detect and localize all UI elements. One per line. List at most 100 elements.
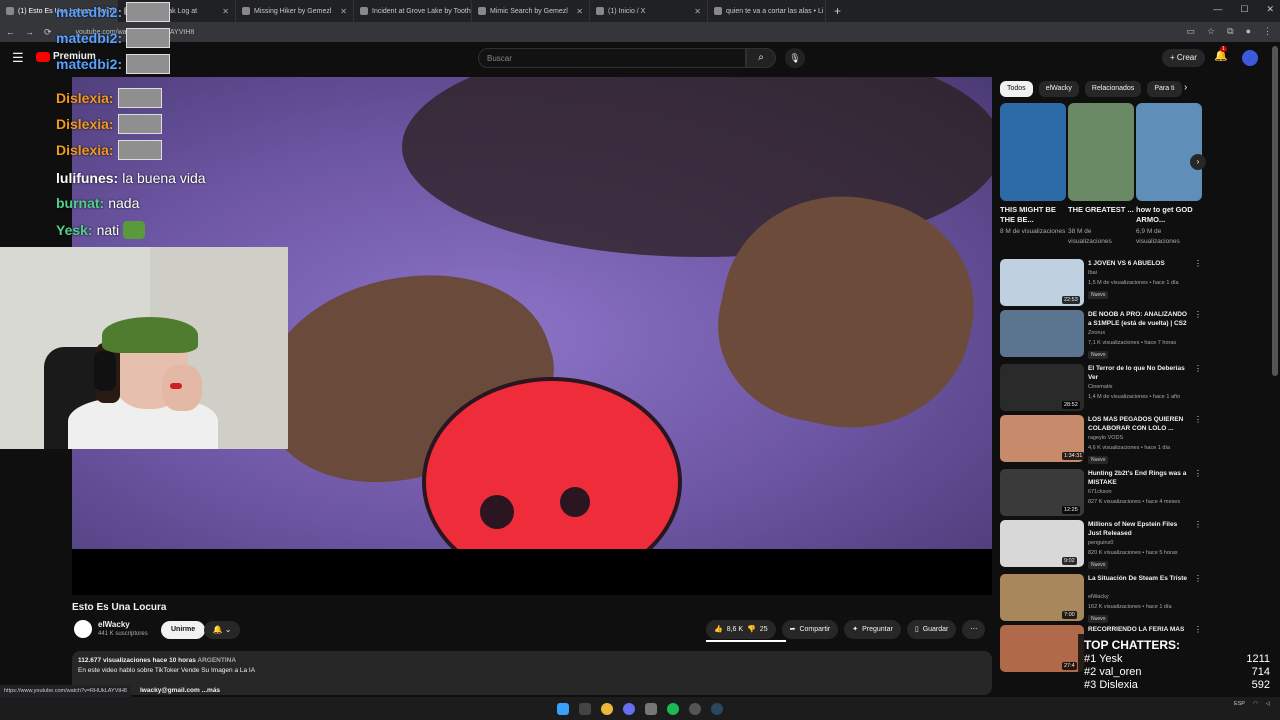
chrome-icon[interactable]: [601, 702, 613, 715]
recommended-video[interactable]: 9:02 Millions of New Epstein Files Just R…: [1000, 520, 1202, 570]
like-button[interactable]: 👍 8,6 K 👎 25: [706, 620, 776, 639]
channel-name[interactable]: penguinz0: [1088, 540, 1113, 546]
chat-username: Yesk:: [56, 222, 93, 238]
windows-start-icon[interactable]: [557, 702, 569, 715]
more-options-icon[interactable]: ⋮: [1194, 520, 1202, 529]
browser-tab[interactable]: Incident at Grove Lake by Toothl✕: [354, 0, 472, 22]
shorts-next-button[interactable]: ›: [1190, 154, 1206, 170]
spotify-icon[interactable]: [667, 702, 679, 715]
short-card[interactable]: THE GREATEST ... 38 M de visualizaciones: [1068, 103, 1134, 247]
video-title[interactable]: LOS MAS PEGADOS QUIEREN COLABORAR CON LO…: [1088, 415, 1192, 433]
chat-username: matedbi2:: [56, 56, 123, 72]
channel-name[interactable]: elWacky: [98, 620, 130, 629]
channel-name[interactable]: elWacky: [1088, 594, 1109, 600]
more-options-icon[interactable]: ⋮: [1194, 469, 1202, 478]
show-more-link[interactable]: lwacky@gmail.com ...más: [140, 687, 220, 694]
hamburger-menu-icon[interactable]: ☰: [12, 50, 24, 66]
shorts-shelf: THIS MIGHT BE THE BE... 8 M de visualizac…: [1000, 103, 1202, 247]
recommended-video[interactable]: 12:25 Hunting 2b2t's End Rings was a MIST…: [1000, 469, 1202, 519]
recommended-video[interactable]: DE NOOB A PRO: ANALIZANDO a S1MPLE (está…: [1000, 310, 1202, 360]
volume-icon[interactable]: ◁: [1266, 701, 1270, 707]
short-title[interactable]: THIS MIGHT BE THE BE...: [1000, 205, 1066, 227]
new-tab-button[interactable]: +: [826, 4, 849, 18]
tab-close-icon[interactable]: ✕: [576, 7, 583, 16]
more-options-icon[interactable]: ⋮: [1194, 310, 1202, 319]
channel-avatar[interactable]: [74, 620, 92, 638]
chevron-right-icon[interactable]: ›: [1184, 82, 1187, 93]
ask-button[interactable]: ✦ Preguntar: [844, 620, 901, 639]
extension-icon[interactable]: ⧉: [1227, 26, 1233, 37]
back-icon[interactable]: ←: [6, 27, 15, 37]
profile-icon[interactable]: ●: [1246, 26, 1251, 37]
filter-chip[interactable]: Relacionados: [1084, 81, 1142, 97]
short-card[interactable]: how to get GOD ARMO... 6,9 M de visualiza…: [1136, 103, 1202, 247]
language-indicator[interactable]: ESP: [1234, 701, 1245, 707]
notepad-icon[interactable]: [645, 702, 657, 715]
recommended-video[interactable]: 28:52 El Terror de lo que No Deberías Ver…: [1000, 364, 1202, 414]
filter-chip[interactable]: Para ti: [1147, 81, 1182, 97]
search-icon[interactable]: [579, 702, 591, 715]
short-thumbnail[interactable]: [1068, 103, 1134, 201]
short-card[interactable]: THIS MIGHT BE THE BE... 8 M de visualizac…: [1000, 103, 1066, 247]
minimize-icon[interactable]: —: [1213, 4, 1222, 15]
account-avatar[interactable]: [1242, 50, 1258, 66]
channel-name[interactable]: Ibai: [1088, 270, 1097, 276]
recommended-video[interactable]: 7:00 La Situación De Steam Es Triste elWac…: [1000, 574, 1202, 624]
short-title[interactable]: THE GREATEST ...: [1068, 205, 1134, 227]
reload-icon[interactable]: ⟳: [44, 27, 52, 38]
browser-tab[interactable]: (1) Inicio / X ✕: [590, 0, 708, 22]
video-title[interactable]: Hunting 2b2t's End Rings was a MISTAKE: [1088, 469, 1192, 487]
voice-search-button[interactable]: 🎙: [785, 48, 805, 68]
subscription-bell-button[interactable]: 🔔 ⌄: [204, 621, 240, 639]
more-options-icon[interactable]: ⋮: [1194, 625, 1202, 634]
steam-icon[interactable]: [711, 702, 723, 715]
channel-name[interactable]: 671ckson: [1088, 489, 1112, 495]
cast-icon[interactable]: ▭: [1187, 26, 1196, 37]
more-options-icon[interactable]: ⋮: [1194, 574, 1202, 583]
like-count: 8,6 K: [726, 626, 744, 633]
bookmark-icon[interactable]: ☆: [1207, 26, 1215, 37]
forward-icon[interactable]: →: [25, 27, 34, 37]
video-title[interactable]: DE NOOB A PRO: ANALIZANDO a S1MPLE (está…: [1088, 310, 1192, 328]
description-box[interactable]: 112.677 visualizaciones hace 10 horas AR…: [72, 651, 992, 695]
channel-name[interactable]: rageylo VODS: [1088, 435, 1123, 441]
search-button[interactable]: ⌕: [746, 48, 776, 68]
more-options-icon[interactable]: ⋮: [1194, 259, 1202, 268]
channel-name[interactable]: Znorux: [1088, 330, 1105, 336]
menu-icon[interactable]: ⋮: [1263, 26, 1272, 37]
browser-tab[interactable]: quien te va a cortar las alas • Li✕: [708, 0, 826, 22]
recommended-video[interactable]: 22:53 1 JOVEN VS 6 ABUELOS Ibai 1,5 M de vi…: [1000, 259, 1202, 309]
filter-chip[interactable]: Todos: [1000, 81, 1033, 97]
short-thumbnail[interactable]: [1000, 103, 1066, 201]
share-button[interactable]: ➦ Compartir: [781, 620, 839, 639]
join-button[interactable]: Unirme: [161, 621, 206, 639]
page-scrollbar[interactable]: [1272, 46, 1278, 376]
channel-name[interactable]: Cinematix: [1088, 384, 1112, 390]
browser-tab[interactable]: Mimic Search by Gemezl ✕: [472, 0, 590, 22]
discord-icon[interactable]: [623, 702, 635, 715]
create-button[interactable]: + Crear: [1162, 49, 1205, 67]
video-title[interactable]: El Terror de lo que No Deberías Ver: [1088, 364, 1192, 382]
search-input[interactable]: Buscar: [478, 48, 746, 68]
short-title[interactable]: how to get GOD ARMO...: [1136, 205, 1202, 227]
video-title[interactable]: RECORRIENDO LA FERIA MAS: [1088, 625, 1192, 634]
more-actions-button[interactable]: ⋯: [962, 620, 986, 639]
tab-close-icon[interactable]: ✕: [340, 7, 347, 16]
save-button[interactable]: ▯ Guardar: [906, 620, 957, 639]
obs-icon[interactable]: [689, 702, 701, 715]
maximize-icon[interactable]: ☐: [1240, 4, 1248, 15]
save-label: Guardar: [922, 626, 949, 633]
filter-chip[interactable]: elWacky: [1038, 81, 1079, 97]
more-options-icon[interactable]: ⋮: [1194, 364, 1202, 373]
notifications-button[interactable]: 🔔 1: [1214, 46, 1228, 62]
video-title[interactable]: 1 JOVEN VS 6 ABUELOS: [1088, 259, 1192, 268]
video-title[interactable]: Millions of New Epstein Files Just Relea…: [1088, 520, 1192, 538]
more-options-icon[interactable]: ⋮: [1194, 415, 1202, 424]
recommended-video[interactable]: 1:34:31 LOS MAS PEGADOS QUIEREN COLABORAR…: [1000, 415, 1202, 465]
video-thumbnail[interactable]: [1000, 310, 1084, 357]
short-thumbnail[interactable]: [1136, 103, 1202, 201]
tab-close-icon[interactable]: ✕: [694, 7, 701, 16]
wifi-icon[interactable]: ◠: [1253, 701, 1258, 707]
close-icon[interactable]: ✕: [1266, 4, 1274, 15]
video-title[interactable]: La Situación De Steam Es Triste: [1088, 574, 1192, 583]
